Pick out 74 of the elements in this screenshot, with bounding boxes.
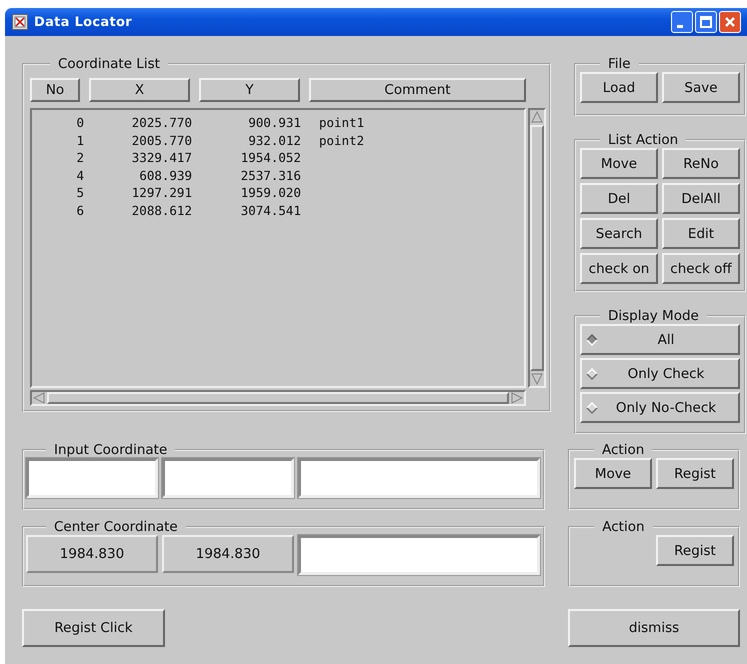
horizontal-scrollbar[interactable] (30, 390, 526, 406)
table-cell-text: 0 (75, 115, 84, 130)
table-cell: point2 (319, 132, 364, 148)
table-cell-text: 1297.291 (130, 185, 192, 200)
radio-diamond-icon[interactable] (586, 402, 598, 414)
scroll-right-icon[interactable] (511, 392, 523, 404)
action-button[interactable]: check off (662, 253, 740, 284)
radio-diamond-icon[interactable] (586, 368, 598, 380)
action-button[interactable]: ReNo (662, 148, 740, 179)
group-title: Center Coordinate (53, 519, 179, 535)
group-title: Input Coordinate (53, 442, 168, 458)
comment-input-field[interactable] (298, 535, 540, 575)
file-button[interactable]: Save (662, 72, 740, 103)
group-title: Action (601, 442, 646, 458)
action-button[interactable]: Regist (656, 535, 734, 566)
app-icon (12, 14, 28, 30)
group-title: Coordinate List (57, 56, 161, 72)
column-header[interactable]: X (89, 78, 190, 102)
action-button[interactable]: Regist (656, 458, 734, 489)
file-button[interactable]: Load (580, 72, 658, 103)
table-cell-text: 2025.770 (130, 115, 192, 130)
scroll-up-icon[interactable] (531, 111, 543, 123)
group-title: Action (601, 519, 646, 535)
table-cell-text: 3074.541 (240, 202, 301, 218)
table-cell-text: 932.012 (247, 132, 301, 148)
table-cell-text: 6 (75, 202, 84, 218)
radio-button[interactable]: Only Check (580, 358, 740, 389)
close-button[interactable] (719, 11, 741, 33)
scroll-left-icon[interactable] (33, 392, 45, 404)
action-button[interactable]: check on (580, 253, 658, 284)
group-title: List Action (607, 132, 680, 148)
table-cell-text: 5 (75, 185, 84, 200)
regist-click-button[interactable]: Regist Click (22, 609, 165, 647)
table-cell-text: 2 (75, 150, 84, 166)
table-cell-text: 900.931 (247, 115, 301, 130)
comment-input-field[interactable] (298, 458, 540, 498)
y-input-field[interactable] (162, 458, 294, 498)
table-cell: point1 (319, 115, 364, 130)
minimize-icon (677, 25, 683, 28)
table-cell-text: 1 (75, 132, 84, 148)
action-button[interactable]: DelAll (662, 183, 740, 214)
minimize-button[interactable] (671, 11, 693, 33)
radio-button[interactable]: All (580, 324, 740, 355)
dismiss-button[interactable]: dismiss (568, 609, 740, 647)
action-button[interactable]: Move (580, 148, 658, 179)
action-button[interactable]: Search (580, 218, 658, 249)
radio-button[interactable]: Only No-Check (580, 392, 740, 423)
maximize-button[interactable] (695, 11, 717, 33)
table-cell-text: 1959.020 (240, 185, 301, 200)
vertical-scrollbar[interactable] (528, 108, 546, 388)
action-button[interactable]: Del (580, 183, 658, 214)
column-header[interactable]: Y (199, 78, 300, 102)
radio-diamond-icon[interactable] (586, 334, 598, 346)
column-header[interactable]: No (30, 78, 80, 102)
table-cell-text: 2088.612 (130, 202, 192, 218)
column-header[interactable]: Comment (309, 78, 526, 102)
table-cell-text: 608.939 (138, 168, 192, 183)
window-title: Data Locator (34, 14, 132, 30)
table-cell-text: 2005.770 (130, 132, 192, 148)
coordinate-listbox[interactable]: 0 2025.770 900.931 point1 1 2005.770 932.012 point2 2 3329.417 1954.052 4 608.939 2537.316 5 1297.291 1959.020 6 2088.612 3074.541 (30, 108, 526, 388)
table-cell-text: 3329.417 (130, 150, 192, 166)
action-button[interactable]: Edit (662, 218, 740, 249)
group-title: File (607, 56, 632, 72)
group-title: Display Mode (607, 308, 700, 324)
table-cell-text: 4 (75, 168, 84, 183)
maximize-icon (700, 16, 712, 28)
close-icon (724, 16, 736, 28)
y-value: 1984.830 (162, 535, 294, 573)
action-button[interactable]: Move (574, 458, 652, 489)
table-cell-text: 1954.052 (240, 150, 301, 166)
scroll-down-icon[interactable] (531, 373, 543, 385)
table-cell-text: 2537.316 (240, 168, 301, 183)
x-value: 1984.830 (26, 535, 158, 573)
x-input-field[interactable] (26, 458, 158, 498)
